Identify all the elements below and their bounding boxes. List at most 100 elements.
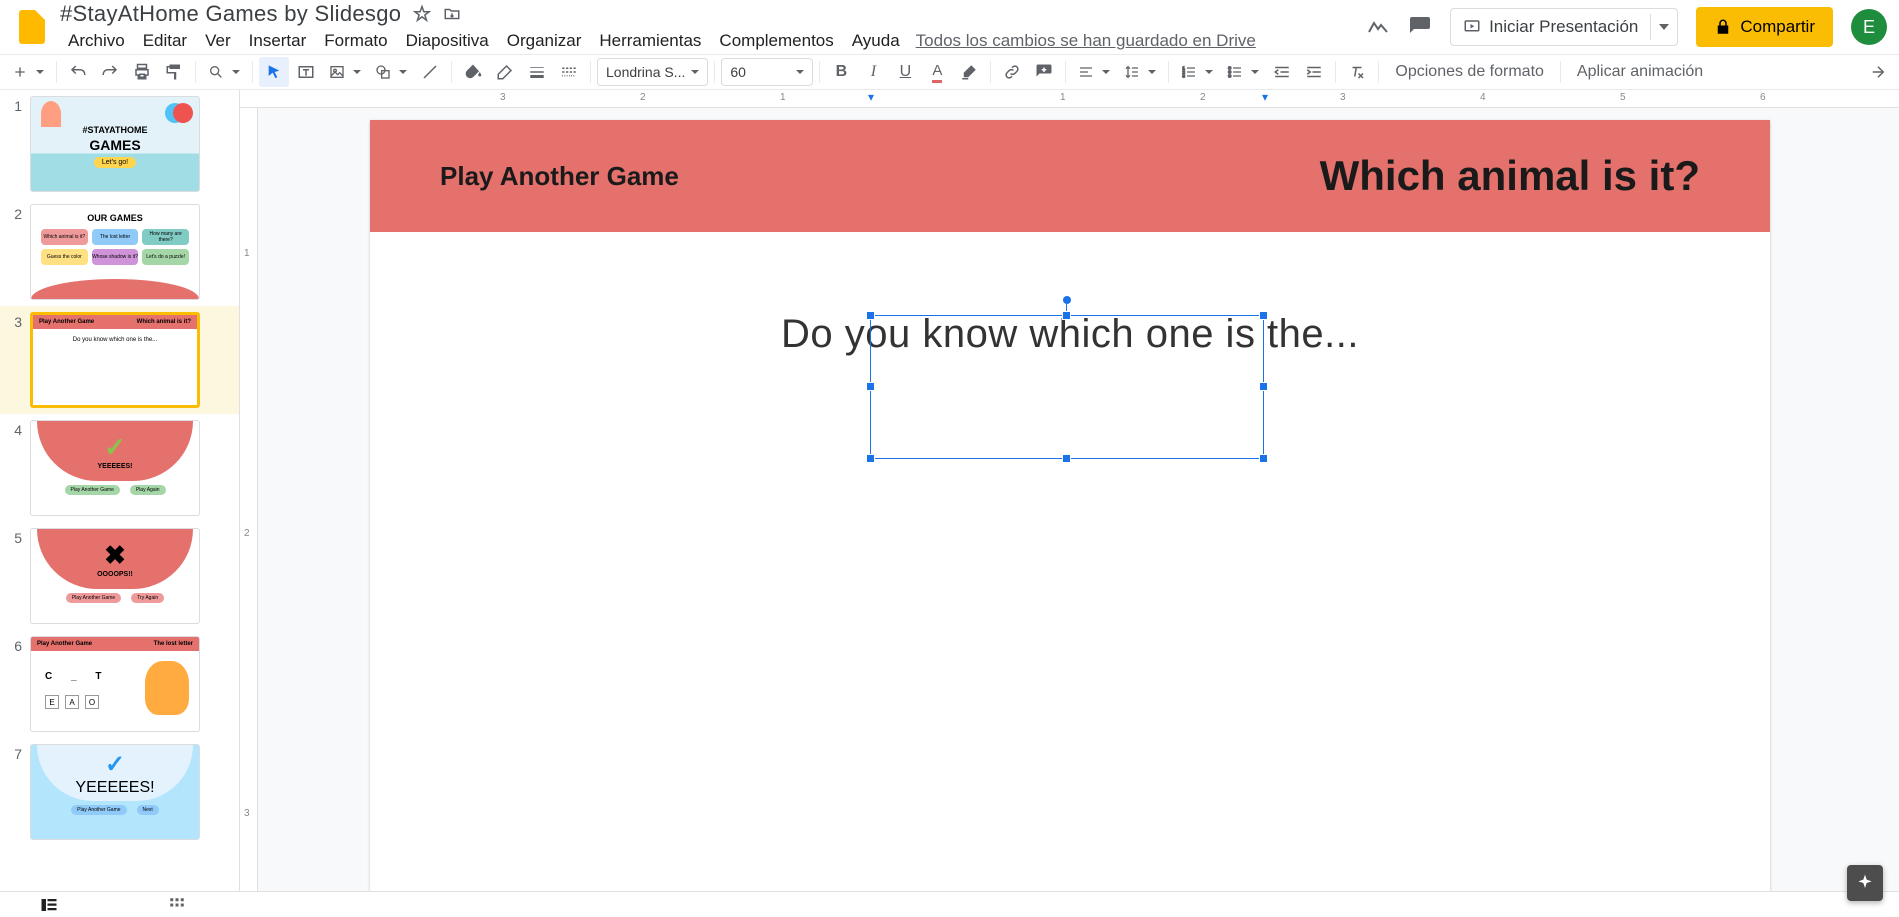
thumb-content: ✖OOOOPS!! Play Another GameTry Again bbox=[30, 528, 200, 624]
share-label: Compartir bbox=[1740, 17, 1815, 37]
format-options-button[interactable]: Opciones de formato bbox=[1385, 61, 1554, 83]
resize-handle-bm[interactable] bbox=[1062, 454, 1071, 463]
highlight-button[interactable] bbox=[954, 57, 984, 87]
menu-format[interactable]: Formato bbox=[316, 29, 395, 53]
menu-slide[interactable]: Diapositiva bbox=[398, 29, 497, 53]
present-dropdown[interactable] bbox=[1650, 14, 1677, 40]
font-size-select[interactable]: 60 bbox=[721, 58, 813, 86]
slides-logo[interactable] bbox=[12, 7, 52, 47]
move-folder-icon[interactable] bbox=[443, 5, 461, 23]
thumb-content: ✓YEEEEES! Play Another GamePlay Again bbox=[30, 420, 200, 516]
bulleted-list-button[interactable] bbox=[1221, 57, 1265, 87]
separator bbox=[451, 61, 452, 83]
align-button[interactable] bbox=[1072, 57, 1116, 87]
star-icon[interactable] bbox=[413, 5, 431, 23]
animate-button[interactable]: Aplicar animación bbox=[1567, 61, 1713, 83]
slide-panel[interactable]: 1 #STAYATHOME GAMES Let's go! 2 OUR GAME… bbox=[0, 90, 240, 917]
redo-button[interactable] bbox=[95, 57, 125, 87]
explore-button[interactable] bbox=[1847, 865, 1883, 901]
image-tool[interactable] bbox=[323, 57, 367, 87]
ruler-horizontal[interactable]: 3 2 1 ▾ 1 2 ▾ 3 4 5 6 bbox=[240, 90, 1899, 108]
thumb-content: Play Another GameWhich animal is it? Do … bbox=[30, 312, 200, 408]
resize-handle-bl[interactable] bbox=[866, 454, 875, 463]
menu-view[interactable]: Ver bbox=[197, 29, 239, 53]
fill-color-button[interactable] bbox=[458, 57, 488, 87]
slide-header-right[interactable]: Which animal is it? bbox=[1320, 152, 1700, 200]
ruler-tick: 3 bbox=[500, 92, 506, 103]
menu-arrange[interactable]: Organizar bbox=[499, 29, 590, 53]
zoom-button[interactable] bbox=[202, 57, 246, 87]
text-color-button[interactable]: A bbox=[922, 57, 952, 87]
header-right: Iniciar Presentación Compartir E bbox=[1366, 7, 1887, 47]
resize-handle-ml[interactable] bbox=[866, 382, 875, 391]
share-button[interactable]: Compartir bbox=[1696, 7, 1833, 47]
border-weight-button[interactable] bbox=[522, 57, 552, 87]
numbered-list-button[interactable]: 123 bbox=[1175, 57, 1219, 87]
resize-handle-tm[interactable] bbox=[1062, 311, 1071, 320]
slide-header-left[interactable]: Play Another Game bbox=[440, 161, 679, 192]
textbox-tool[interactable] bbox=[291, 57, 321, 87]
ruler-tick: 3 bbox=[244, 808, 250, 819]
italic-button[interactable]: I bbox=[858, 57, 888, 87]
slide-thumbnail-3[interactable]: 3 Play Another GameWhich animal is it? D… bbox=[0, 306, 239, 414]
slide-thumbnail-5[interactable]: 5 ✖OOOOPS!! Play Another GameTry Again bbox=[0, 522, 239, 630]
line-tool[interactable] bbox=[415, 57, 445, 87]
clear-formatting-button[interactable] bbox=[1342, 57, 1372, 87]
slide-thumbnail-6[interactable]: 6 Play Another GameThe lost letter C _ T… bbox=[0, 630, 239, 738]
menu-file[interactable]: Archivo bbox=[60, 29, 133, 53]
menubar: Archivo Editar Ver Insertar Formato Diap… bbox=[60, 29, 1366, 53]
slide-canvas[interactable]: Play Another Game Which animal is it? Do… bbox=[370, 120, 1770, 891]
activity-icon[interactable] bbox=[1366, 15, 1390, 39]
comments-icon[interactable] bbox=[1408, 15, 1432, 39]
border-dash-button[interactable] bbox=[554, 57, 584, 87]
slide-thumbnail-4[interactable]: 4 ✓YEEEEES! Play Another GamePlay Again bbox=[0, 414, 239, 522]
indent-marker-left[interactable]: ▾ bbox=[868, 90, 874, 104]
filmstrip-view-icon[interactable] bbox=[40, 896, 58, 914]
border-color-button[interactable] bbox=[490, 57, 520, 87]
collapse-toolbar-button[interactable] bbox=[1863, 57, 1893, 87]
slide-thumbnail-7[interactable]: 7 ✓YEEEEES! Play Another GameNext bbox=[0, 738, 239, 846]
comment-button[interactable] bbox=[1029, 57, 1059, 87]
menu-addons[interactable]: Complementos bbox=[711, 29, 841, 53]
shape-tool[interactable] bbox=[369, 57, 413, 87]
menu-edit[interactable]: Editar bbox=[135, 29, 195, 53]
resize-handle-mr[interactable] bbox=[1259, 382, 1268, 391]
account-avatar[interactable]: E bbox=[1851, 9, 1887, 45]
paint-format-button[interactable] bbox=[159, 57, 189, 87]
slide-thumbnail-1[interactable]: 1 #STAYATHOME GAMES Let's go! bbox=[0, 90, 239, 198]
decrease-indent-button[interactable] bbox=[1267, 57, 1297, 87]
rotate-handle[interactable] bbox=[1063, 296, 1071, 304]
line-spacing-button[interactable] bbox=[1118, 57, 1162, 87]
save-status[interactable]: Todos los cambios se han guardado en Dri… bbox=[916, 31, 1256, 51]
slide-number: 6 bbox=[4, 636, 22, 732]
present-label: Iniciar Presentación bbox=[1489, 17, 1638, 37]
menu-help[interactable]: Ayuda bbox=[844, 29, 908, 53]
underline-button[interactable]: U bbox=[890, 57, 920, 87]
doc-title[interactable]: #StayAtHome Games by Slidesgo bbox=[60, 1, 401, 27]
resize-handle-tl[interactable] bbox=[866, 311, 875, 320]
slide-thumbnail-2[interactable]: 2 OUR GAMES Which animal is it?The lost … bbox=[0, 198, 239, 306]
font-family-value: Londrina S... bbox=[606, 64, 685, 80]
present-button[interactable]: Iniciar Presentación bbox=[1451, 9, 1650, 45]
ruler-vertical[interactable]: 1 2 3 bbox=[240, 108, 258, 891]
indent-marker-right[interactable]: ▾ bbox=[1262, 90, 1268, 104]
font-family-select[interactable]: Londrina S... bbox=[597, 58, 708, 86]
menu-insert[interactable]: Insertar bbox=[241, 29, 315, 53]
select-tool[interactable] bbox=[259, 57, 289, 87]
new-slide-button[interactable] bbox=[6, 57, 50, 87]
increase-indent-button[interactable] bbox=[1299, 57, 1329, 87]
svg-text:3: 3 bbox=[1183, 73, 1186, 78]
link-button[interactable] bbox=[997, 57, 1027, 87]
selection-box[interactable] bbox=[870, 315, 1264, 459]
ruler-tick: 5 bbox=[1620, 92, 1626, 103]
grid-view-icon[interactable] bbox=[168, 896, 186, 914]
ruler-tick: 2 bbox=[640, 92, 646, 103]
resize-handle-br[interactable] bbox=[1259, 454, 1268, 463]
ruler-tick: 2 bbox=[244, 528, 250, 539]
menu-tools[interactable]: Herramientas bbox=[591, 29, 709, 53]
resize-handle-tr[interactable] bbox=[1259, 311, 1268, 320]
undo-button[interactable] bbox=[63, 57, 93, 87]
print-button[interactable] bbox=[127, 57, 157, 87]
ruler-tick: 1 bbox=[780, 92, 786, 103]
bold-button[interactable]: B bbox=[826, 57, 856, 87]
